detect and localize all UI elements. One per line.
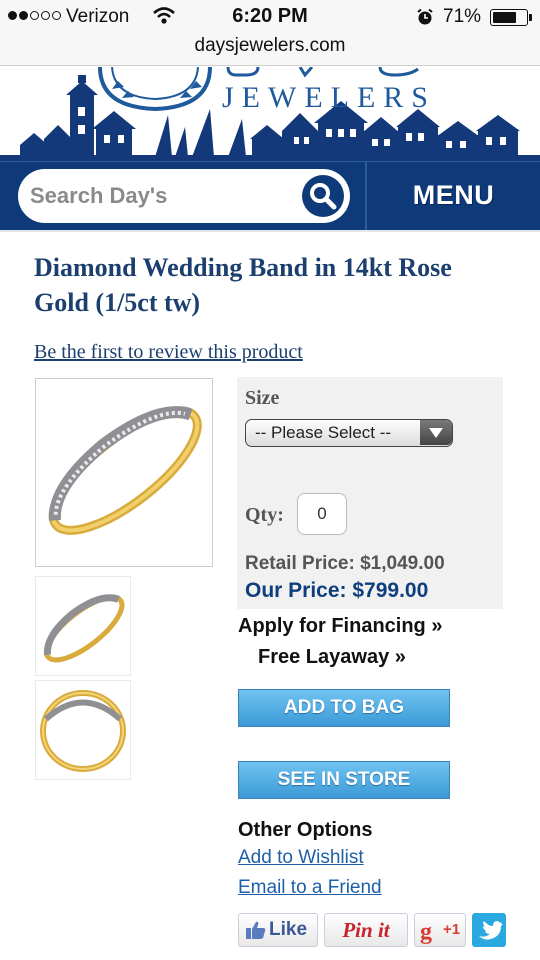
- pin-label: Pin it: [342, 918, 390, 942]
- battery-icon: [490, 9, 532, 26]
- add-to-bag-button[interactable]: ADD TO BAG: [238, 689, 450, 727]
- twitter-button[interactable]: [472, 913, 506, 947]
- size-label: Size: [245, 387, 280, 409]
- url-text: daysjewelers.com: [194, 35, 346, 56]
- plus-one-label: +1: [443, 921, 461, 938]
- divider: [0, 230, 540, 232]
- alarm-icon: [416, 8, 434, 31]
- product-title: Diamond Wedding Band in 14kt Rose Gold (…: [34, 253, 452, 317]
- nav-bar: MENU: [0, 161, 540, 231]
- like-label: Like: [269, 919, 308, 940]
- battery-percentage: 71%: [443, 6, 482, 27]
- menu-button[interactable]: MENU: [367, 162, 540, 231]
- layaway-link[interactable]: Free Layaway »: [258, 646, 406, 669]
- svg-text:g: g: [420, 919, 432, 945]
- financing-link[interactable]: Apply for Financing »: [238, 615, 442, 638]
- search-icon: [310, 183, 337, 210]
- url-bar[interactable]: daysjewelers.com: [0, 34, 540, 66]
- qty-input[interactable]: [297, 493, 347, 535]
- qty-label: Qty:: [245, 504, 284, 526]
- twitter-bird-icon: [479, 921, 503, 940]
- search-button[interactable]: [302, 175, 344, 217]
- dropdown-arrow-icon: [420, 420, 452, 445]
- google-plus-icon: g: [420, 919, 432, 945]
- purchase-options-panel: Size -- Please Select -- Qty: Retail Pri…: [237, 377, 503, 609]
- review-link[interactable]: Be the first to review this product: [34, 341, 303, 364]
- pinterest-button[interactable]: Pin it: [324, 913, 408, 947]
- product-main-image[interactable]: [35, 378, 213, 567]
- product-thumbnail-2[interactable]: [35, 680, 131, 780]
- logo-wordmark: JEWELERS: [222, 81, 436, 114]
- status-bar: Verizon 6:20 PM 71%: [0, 0, 540, 34]
- facebook-like-button[interactable]: Like: [238, 913, 318, 947]
- our-price: Our Price: $799.00: [245, 579, 429, 602]
- add-to-wishlist-link[interactable]: Add to Wishlist: [238, 847, 364, 869]
- search-box: [18, 169, 350, 223]
- retail-price: Retail Price: $1,049.00: [245, 553, 445, 574]
- search-input[interactable]: [30, 182, 290, 210]
- email-friend-link[interactable]: Email to a Friend: [238, 877, 382, 899]
- thumbs-up-icon: [246, 921, 266, 939]
- header-banner: JEWELERS: [0, 67, 540, 162]
- other-options-heading: Other Options: [238, 819, 373, 841]
- size-select-value: -- Please Select --: [255, 423, 392, 442]
- size-select[interactable]: -- Please Select --: [245, 419, 453, 447]
- see-in-store-button[interactable]: SEE IN STORE: [238, 761, 450, 799]
- google-plus-button[interactable]: g +1: [414, 913, 466, 947]
- product-thumbnail-1[interactable]: [35, 576, 131, 676]
